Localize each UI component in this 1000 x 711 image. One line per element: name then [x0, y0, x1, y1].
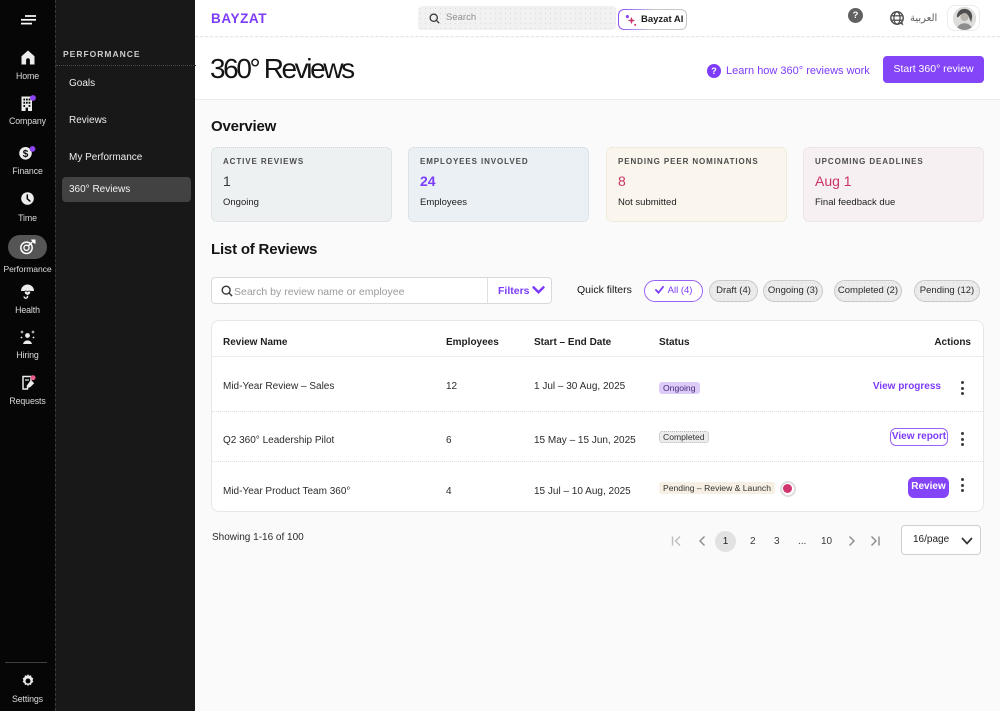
svg-text:$: $ — [23, 149, 29, 160]
